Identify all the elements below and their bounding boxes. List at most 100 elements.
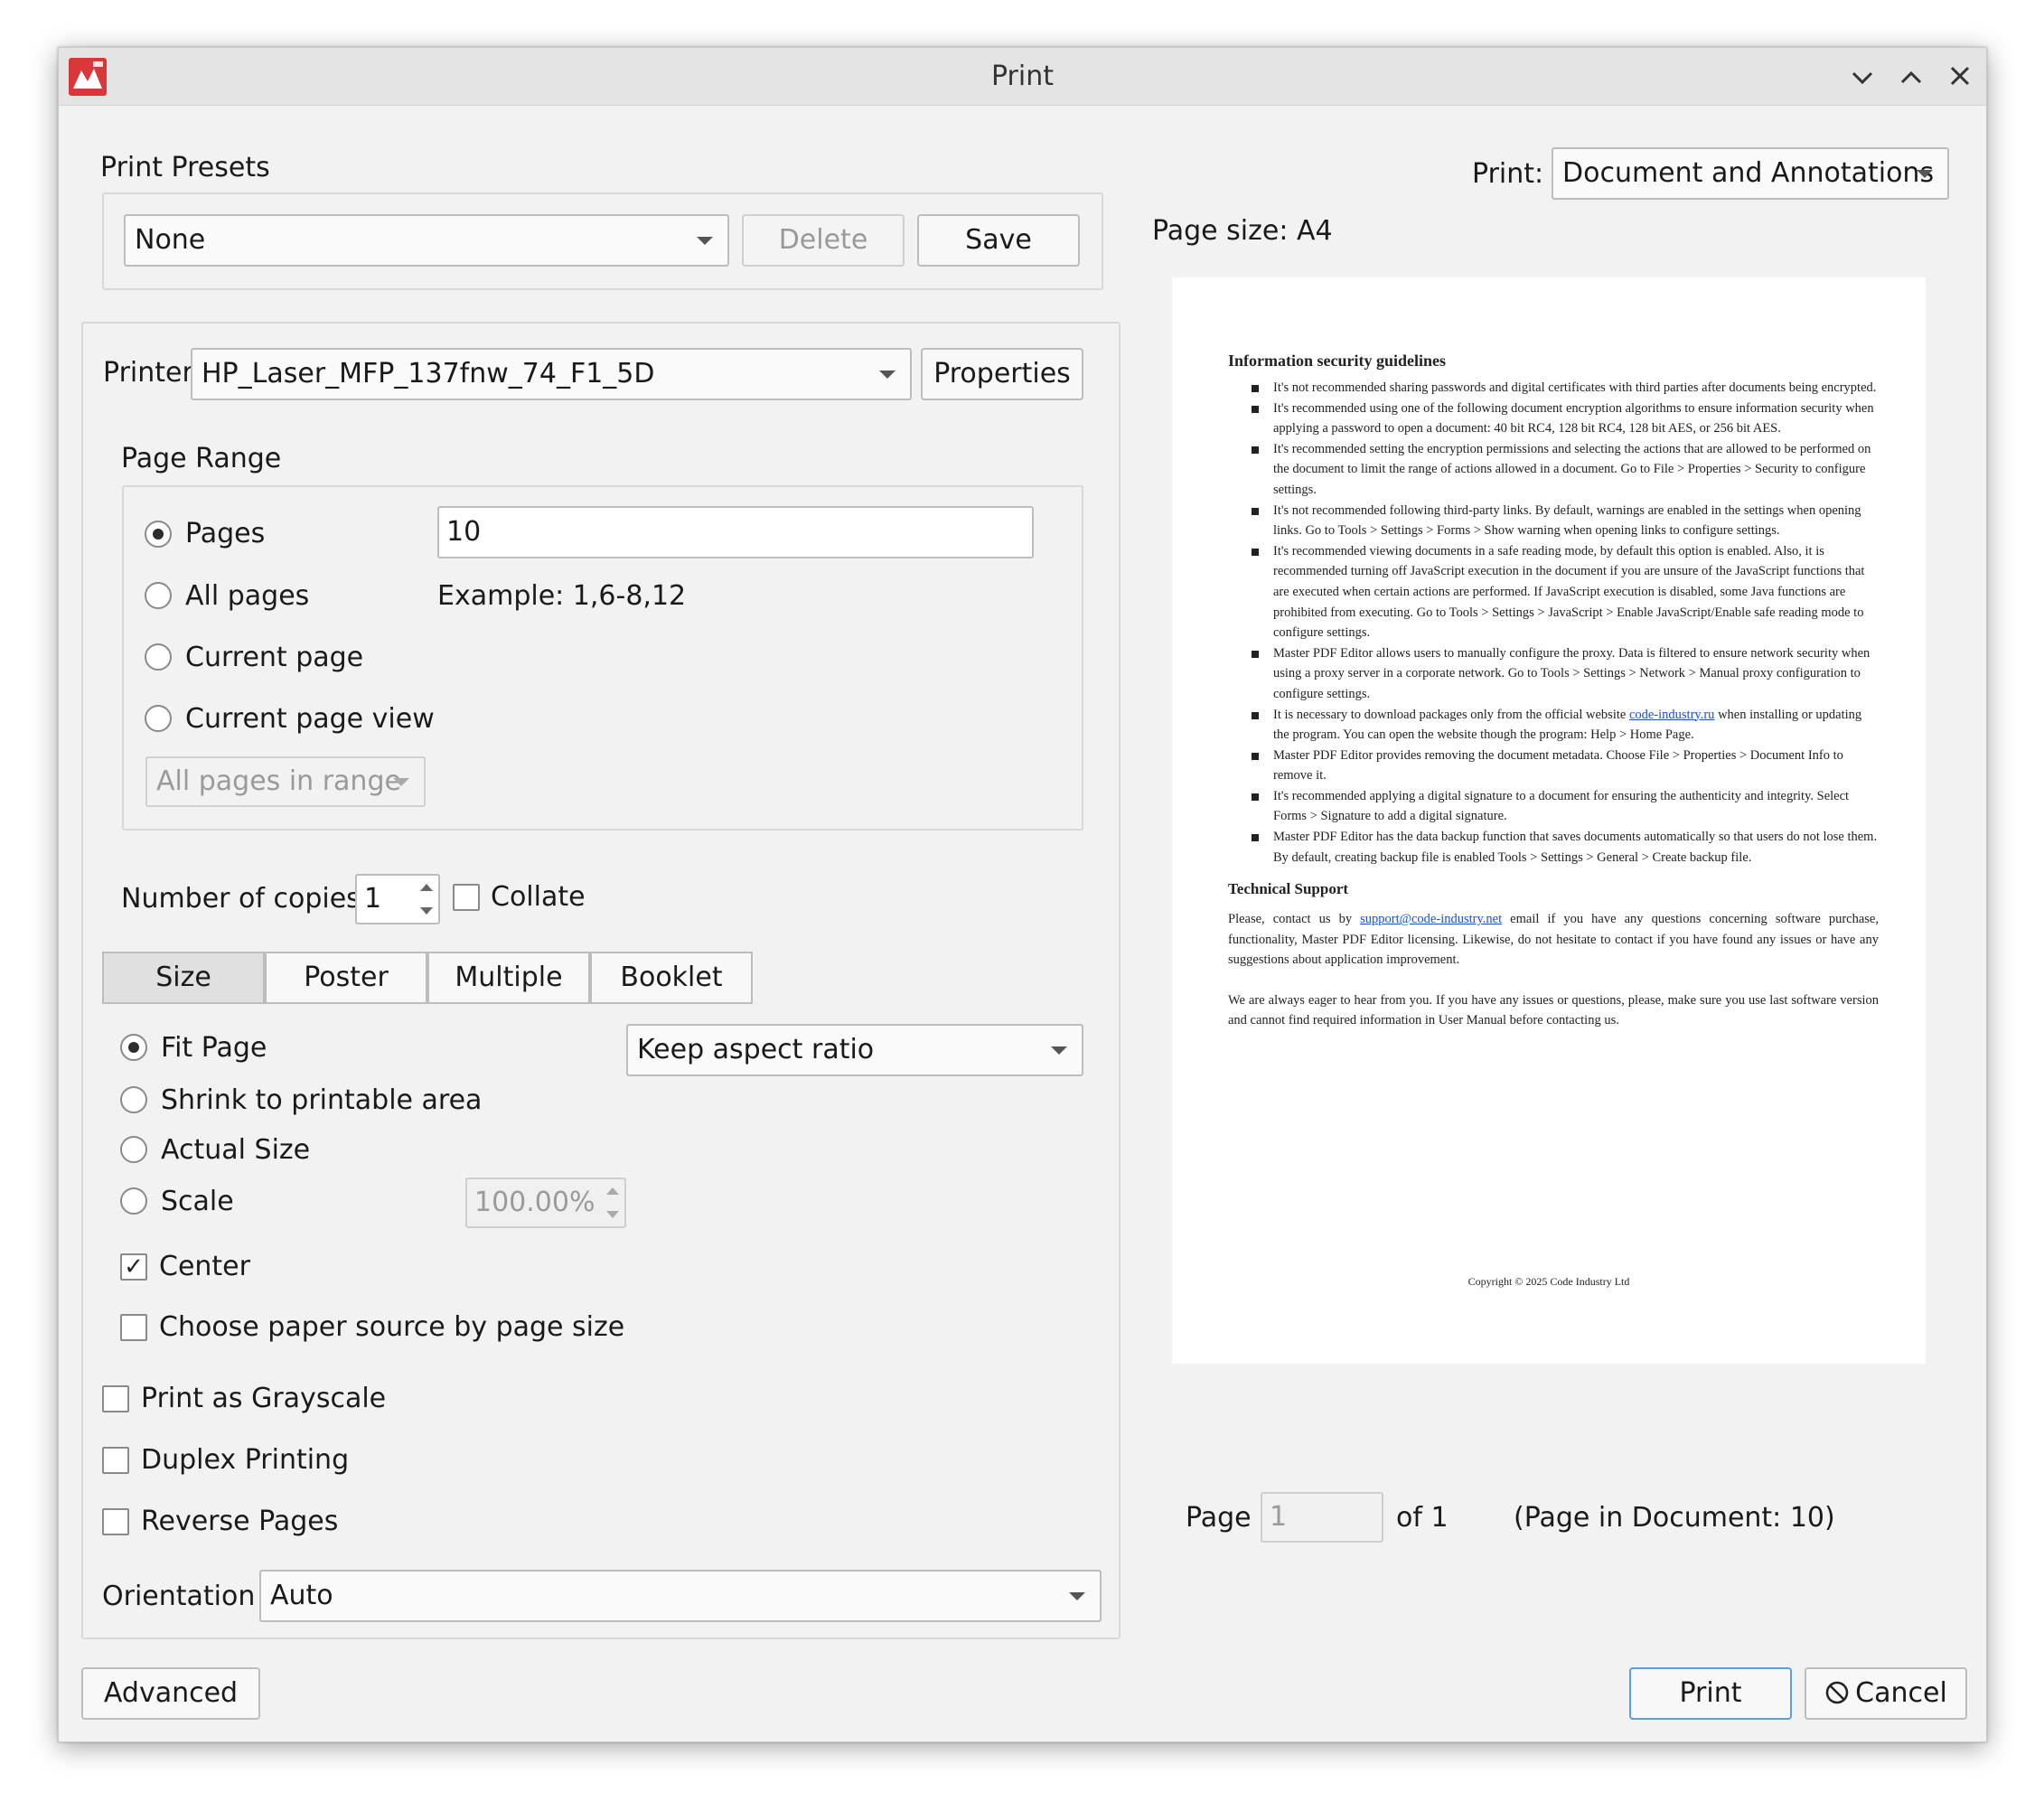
scale-spinbox[interactable]: 100.00%: [465, 1178, 626, 1228]
print-button[interactable]: Print: [1629, 1667, 1792, 1720]
all-pages-radio[interactable]: [145, 582, 172, 609]
printer-properties-button[interactable]: Properties: [921, 348, 1083, 400]
scale-value: 100.00%: [474, 1187, 595, 1218]
advanced-button[interactable]: Advanced: [81, 1667, 260, 1720]
page-size-label: Page size: A4: [1152, 215, 1333, 247]
orientation-select[interactable]: Auto: [259, 1570, 1102, 1622]
orientation-value: Auto: [270, 1580, 333, 1611]
tab-multiple[interactable]: Multiple: [427, 952, 590, 1004]
page-number-input[interactable]: 1: [1261, 1492, 1383, 1543]
preview-bullet: It's recommended setting the encryption …: [1252, 439, 1879, 501]
copies-value: 1: [364, 883, 382, 915]
current-page-radio[interactable]: [145, 643, 172, 671]
preview-paragraph: Please, contact us by support@code-indus…: [1228, 909, 1879, 971]
maximize-icon[interactable]: [1897, 64, 1926, 89]
page-label: Page: [1186, 1502, 1252, 1534]
paper-source-label: Choose paper source by page size: [159, 1311, 625, 1343]
chevron-down-icon: [879, 371, 895, 379]
chevron-down-icon: [393, 778, 409, 786]
current-page-view-radio[interactable]: [145, 705, 172, 732]
preview-text: Please, contact us by: [1228, 912, 1361, 927]
preset-select[interactable]: None: [124, 214, 729, 267]
aspect-ratio-select[interactable]: Keep aspect ratio: [626, 1024, 1083, 1076]
printer-value: HP_Laser_MFP_137fnw_74_F1_5D: [202, 358, 655, 389]
preview-bullet: It's recommended applying a digital sign…: [1252, 786, 1879, 827]
copies-spinbox[interactable]: 1: [355, 874, 440, 924]
scale-label: Scale: [161, 1186, 234, 1217]
pages-radio[interactable]: [145, 521, 172, 548]
print-mode-select[interactable]: Document and Annotations: [1552, 147, 1949, 200]
save-preset-button[interactable]: Save: [917, 214, 1080, 267]
close-icon[interactable]: [1946, 64, 1974, 89]
cancel-icon: [1825, 1681, 1849, 1704]
preview-bullet: Master PDF Editor provides removing the …: [1252, 746, 1879, 786]
duplex-checkbox[interactable]: [102, 1447, 129, 1474]
preview-text: It is necessary to download packages onl…: [1273, 707, 1629, 722]
collate-label: Collate: [491, 881, 586, 913]
preview-bullet: It's not recommended following third-par…: [1252, 501, 1879, 541]
orientation-label: Orientation: [102, 1581, 256, 1612]
scale-radio[interactable]: [120, 1187, 147, 1215]
preview-bullet: It's recommended using one of the follow…: [1252, 399, 1879, 439]
actual-size-radio[interactable]: [120, 1136, 147, 1163]
copies-label: Number of copies: [121, 883, 361, 915]
spin-down-icon[interactable]: [420, 907, 433, 915]
page-subset-value: All pages in range: [156, 765, 401, 797]
delete-preset-button[interactable]: Delete: [742, 214, 905, 267]
grayscale-label: Print as Grayscale: [141, 1383, 387, 1414]
reverse-pages-checkbox[interactable]: [102, 1508, 129, 1535]
current-page-label: Current page: [185, 642, 364, 673]
preview-support-heading: Technical Support: [1228, 880, 1349, 898]
cancel-button[interactable]: Cancel: [1805, 1667, 1967, 1720]
chevron-down-icon: [1051, 1046, 1067, 1055]
spin-up-icon[interactable]: [606, 1187, 619, 1195]
print-mode-value: Document and Annotations: [1562, 157, 1935, 189]
duplex-label: Duplex Printing: [141, 1444, 350, 1476]
page-subset-select[interactable]: All pages in range: [145, 756, 426, 807]
tab-size[interactable]: Size: [102, 952, 265, 1004]
preview-link: code-industry.ru: [1628, 707, 1715, 722]
actual-size-label: Actual Size: [161, 1134, 311, 1166]
pages-input[interactable]: 10: [437, 506, 1034, 558]
page-range-example: Example: 1,6-8,12: [437, 580, 687, 612]
window-title: Print: [990, 61, 1054, 92]
page-in-document-label: (Page in Document: 10): [1514, 1502, 1835, 1534]
center-checkbox[interactable]: ✓: [120, 1253, 147, 1281]
all-pages-label: All pages: [185, 580, 310, 612]
grayscale-checkbox[interactable]: [102, 1385, 129, 1412]
collate-checkbox[interactable]: [453, 884, 480, 911]
print-presets-label: Print Presets: [100, 152, 270, 183]
preview-bullet: Master PDF Editor allows users to manual…: [1252, 643, 1879, 705]
reverse-pages-label: Reverse Pages: [141, 1506, 339, 1537]
current-page-view-label: Current page view: [185, 703, 435, 735]
page-range-label: Page Range: [121, 443, 282, 474]
spin-up-icon[interactable]: [420, 884, 433, 891]
preview-bullet: It's not recommended sharing passwords a…: [1252, 378, 1879, 399]
preview-bullet: It's recommended viewing documents in a …: [1252, 541, 1879, 643]
paper-source-checkbox[interactable]: [120, 1314, 147, 1341]
minimize-icon[interactable]: [1848, 64, 1877, 89]
aspect-ratio-value: Keep aspect ratio: [637, 1034, 875, 1065]
print-mode-label: Print:: [1472, 158, 1544, 190]
tab-poster[interactable]: Poster: [265, 952, 427, 1004]
preset-value: None: [135, 224, 206, 256]
shrink-label: Shrink to printable area: [161, 1084, 483, 1116]
preview-paragraph: We are always eager to hear from you. If…: [1228, 992, 1879, 1028]
shrink-radio[interactable]: [120, 1086, 147, 1113]
fit-page-radio[interactable]: [120, 1034, 147, 1061]
spin-down-icon[interactable]: [606, 1211, 619, 1218]
preview-heading: Information security guidelines: [1228, 352, 1446, 370]
preview-copyright: Copyright © 2025 Code Industry Ltd: [1467, 1275, 1630, 1288]
chevron-down-icon: [697, 237, 713, 245]
fit-page-label: Fit Page: [161, 1032, 267, 1064]
print-preview-page: Information security guidelines It's not…: [1172, 277, 1926, 1364]
center-label: Center: [159, 1251, 250, 1282]
cancel-label: Cancel: [1855, 1677, 1947, 1709]
pages-label: Pages: [185, 518, 266, 549]
chevron-down-icon: [1069, 1592, 1085, 1600]
page-of-label: of 1: [1396, 1502, 1449, 1534]
printer-label: Printer: [103, 357, 193, 389]
tab-booklet[interactable]: Booklet: [590, 952, 753, 1004]
chevron-down-icon: [1917, 170, 1933, 178]
printer-select[interactable]: HP_Laser_MFP_137fnw_74_F1_5D: [191, 348, 912, 400]
